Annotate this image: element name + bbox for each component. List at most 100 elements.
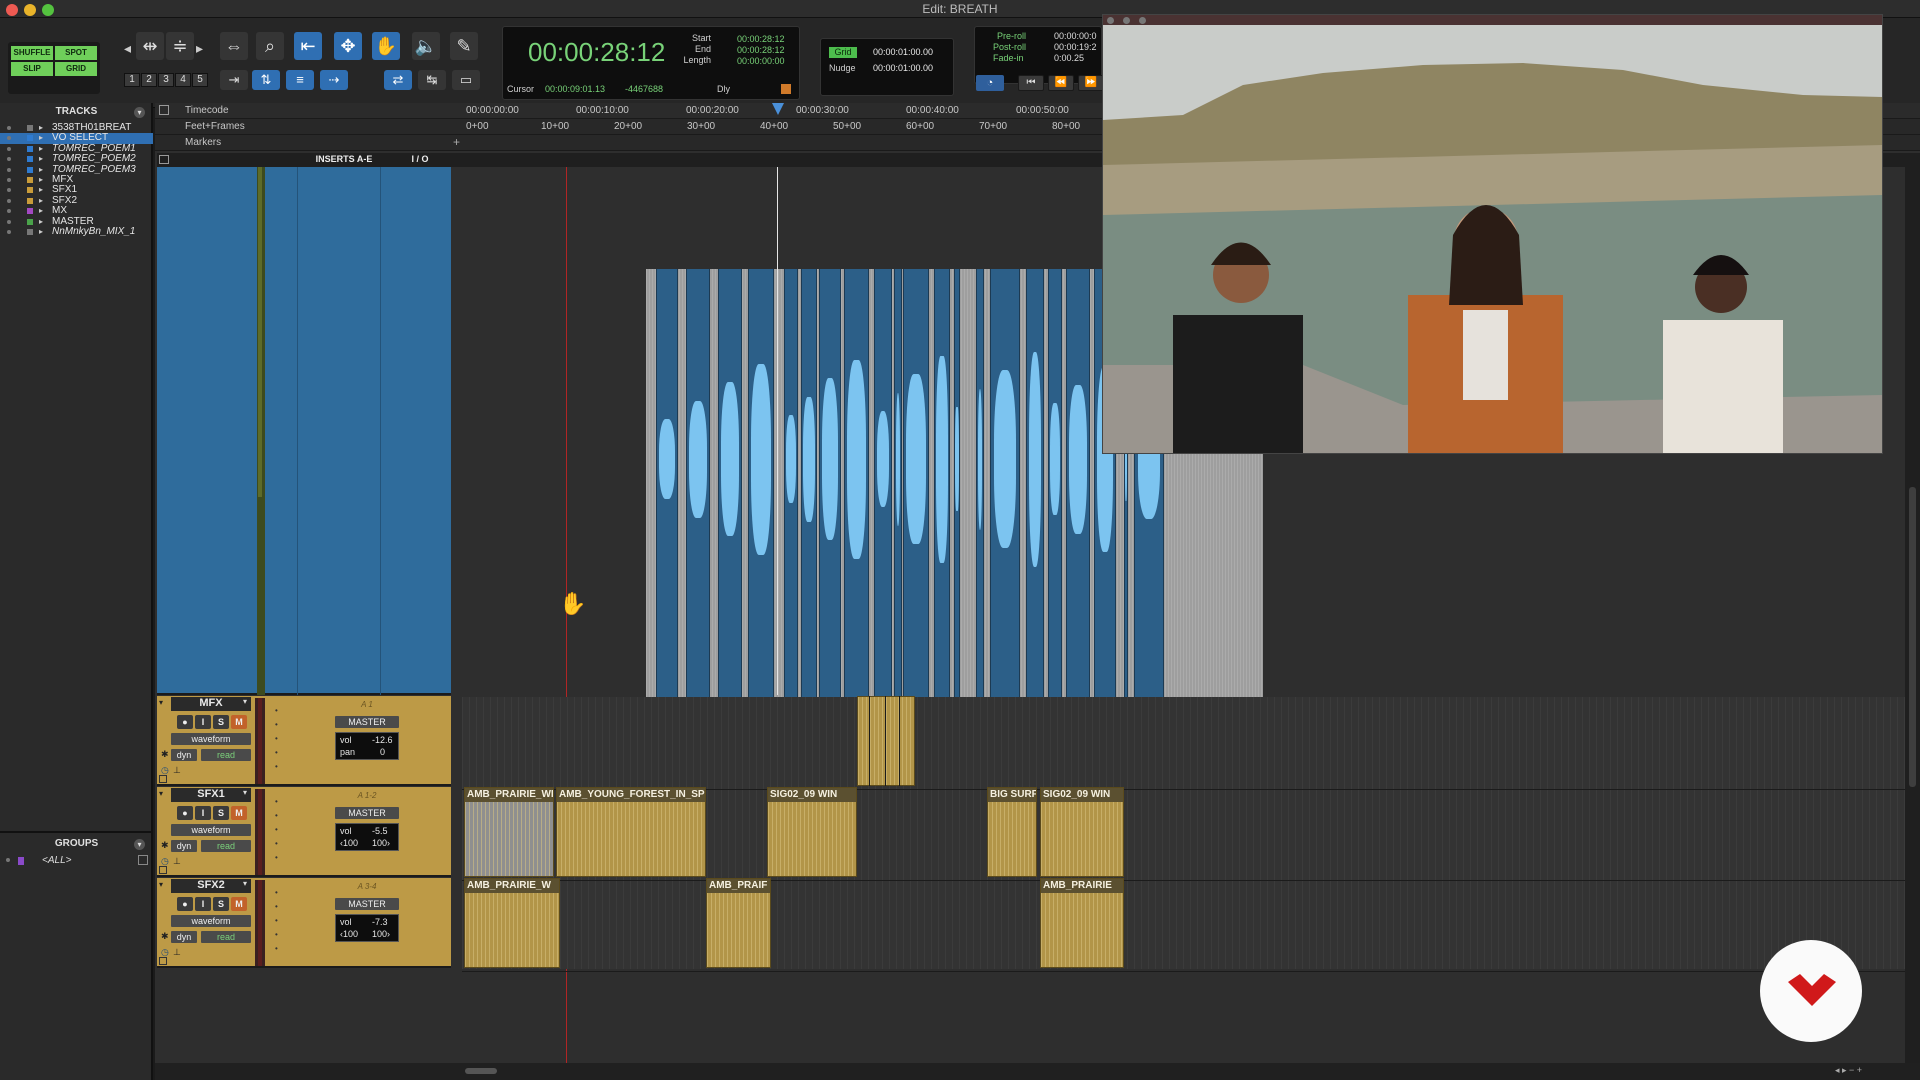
track-resize-icon[interactable] — [159, 866, 167, 874]
mute-button[interactable]: M — [231, 806, 247, 820]
track-view-selector[interactable]: waveform — [171, 915, 251, 927]
video-window-titlebar[interactable] — [1103, 15, 1882, 25]
grid-value[interactable]: 00:00:01:00.00 — [873, 47, 933, 57]
expand-arrow-icon[interactable]: ▸ — [39, 154, 43, 164]
track-show-dot[interactable] — [7, 167, 11, 172]
group-item-all[interactable]: <ALL> — [0, 855, 153, 867]
track-show-dot[interactable] — [7, 229, 11, 234]
selector-tool-icon[interactable]: ✥ — [334, 32, 362, 60]
expand-arrow-icon[interactable]: ▸ — [39, 165, 43, 175]
track-name-menu-icon[interactable]: ▾ — [243, 697, 247, 706]
delay-compensation-label[interactable]: Dly — [717, 84, 730, 94]
track-show-dot[interactable] — [7, 177, 11, 182]
online-sync-icon[interactable]: ◔ — [976, 75, 1004, 91]
zoom-preset-4[interactable]: 4 — [175, 73, 191, 87]
grid-mode-button[interactable]: GRID — [55, 62, 97, 76]
nudge-value[interactable]: 00:00:01:00.00 — [873, 63, 933, 73]
zoom-controls-icon[interactable]: ◂ ▸ − + — [1835, 1065, 1862, 1076]
sfx1-clip[interactable]: AMB_YOUNG_FOREST_IN_SPR — [556, 787, 706, 877]
shuffle-mode-button[interactable]: SHUFFLE — [11, 46, 53, 60]
sfx1-clip[interactable]: AMB_PRAIRIE_WI — [464, 787, 554, 877]
group-active-dot[interactable] — [6, 858, 10, 862]
solo-button[interactable]: S — [213, 715, 229, 729]
solo-button[interactable]: S — [213, 897, 229, 911]
insert-slots-icon[interactable]: • • • • • — [275, 795, 278, 865]
video-minimize-button[interactable] — [1123, 17, 1130, 24]
expand-arrow-icon[interactable]: ▸ — [39, 175, 43, 185]
video-window[interactable] — [1102, 14, 1883, 454]
pan-right-value[interactable]: 100› — [372, 838, 390, 848]
postroll-label[interactable]: Post-roll — [993, 42, 1026, 52]
volume-value[interactable]: -5.5 — [372, 826, 388, 836]
pencil-tool-icon[interactable]: ✎ — [450, 32, 478, 60]
tab-to-transient-icon[interactable]: ▭ — [452, 70, 480, 90]
input-monitor-button[interactable]: I — [195, 715, 211, 729]
pan-left-value[interactable]: ‹100 — [340, 929, 358, 939]
track-show-dot[interactable] — [7, 209, 11, 214]
sfx1-clip[interactable]: BIG SURF — [987, 787, 1037, 877]
magnify-icon[interactable]: ⌕ — [256, 32, 284, 60]
track-list-item[interactable]: ▸ NnMnkyBn_MIX_1 — [0, 226, 153, 237]
pan-value[interactable]: 0 — [380, 747, 385, 757]
track-list-item[interactable]: ▸ SFX2 — [0, 195, 153, 206]
expand-arrow-icon[interactable]: ▸ — [39, 206, 43, 216]
panel-divider[interactable] — [0, 831, 153, 833]
trim-tool-icon[interactable]: ⇤ — [294, 32, 322, 60]
preroll-value[interactable]: 00:00:00:0 — [1054, 31, 1097, 41]
main-counter[interactable]: 00:00:28:12 — [528, 37, 665, 68]
sfx2-clip[interactable]: AMB_PRAIF — [706, 878, 771, 968]
expand-arrow-icon[interactable]: ▸ — [39, 185, 43, 195]
audio-zoom-icon[interactable]: ⇹ — [136, 32, 164, 60]
elastic-audio-icon[interactable]: ⊥ — [173, 765, 181, 776]
track-options-icon[interactable] — [159, 155, 169, 164]
volume-value[interactable]: -7.3 — [372, 917, 388, 927]
slip-mode-button[interactable]: SLIP — [11, 62, 53, 76]
track-show-dot[interactable] — [7, 198, 11, 203]
input-selector[interactable]: A 1-2 — [335, 791, 399, 803]
track-name[interactable]: SFX1 — [171, 788, 251, 802]
return-to-zero-icon[interactable]: ⏮ — [1018, 75, 1044, 91]
sfx2-clip[interactable]: AMB_PRAIRIE_W — [464, 878, 560, 968]
track-show-dot[interactable] — [7, 157, 11, 162]
tracks-menu-icon[interactable]: ▾ — [134, 107, 145, 118]
output-selector[interactable]: MASTER — [335, 716, 399, 728]
end-value[interactable]: 00:00:28:12 — [737, 45, 785, 55]
track-show-dot[interactable] — [7, 219, 11, 224]
track-header-sfx2[interactable]: ▾ SFX2 ▾ ● I S Mwaveform ✱ dyn read ◷ ⊥ • • • • • A 3-4 MA… — [157, 878, 451, 968]
playlist-selector[interactable]: dyn — [171, 749, 197, 761]
ruler-view-icon[interactable] — [159, 105, 169, 115]
add-marker-icon[interactable]: + — [453, 135, 460, 149]
record-enable-button[interactable]: ● — [177, 715, 193, 729]
group-edit-icon[interactable] — [138, 855, 148, 865]
track-name[interactable]: MFX — [171, 697, 251, 711]
vertical-scroll-thumb[interactable] — [1909, 487, 1916, 787]
track-view-selector[interactable]: waveform — [171, 824, 251, 836]
vo-select-track-header[interactable] — [157, 167, 451, 695]
mute-button[interactable]: M — [231, 715, 247, 729]
mfx-clip[interactable] — [857, 696, 915, 786]
input-selector[interactable]: A 1 — [335, 700, 399, 712]
automation-mode-selector[interactable]: read — [201, 840, 251, 852]
fadein-label[interactable]: Fade-in — [993, 53, 1024, 63]
midi-zoom-icon[interactable]: ≑ — [166, 32, 194, 60]
edit-tool-c-icon[interactable]: ≡ — [286, 70, 314, 90]
sfx2-clip[interactable]: AMB_PRAIRIE — [1040, 878, 1124, 968]
zoom-preset-3[interactable]: 3 — [158, 73, 174, 87]
track-show-dot[interactable] — [7, 146, 11, 151]
pan-left-value[interactable]: ‹100 — [340, 838, 358, 848]
video-close-button[interactable] — [1107, 17, 1114, 24]
horizontal-scrollbar[interactable]: ◂ ▸ − + — [155, 1063, 1920, 1080]
track-header-sfx1[interactable]: ▾ SFX1 ▾ ● I S Mwaveform ✱ dyn read ◷ ⊥ • • • • • A 1-2 MA… — [157, 787, 451, 877]
snowflake-icon[interactable]: ✱ — [161, 840, 169, 851]
track-list-item[interactable]: ▸ TOMREC_POEM3 — [0, 164, 153, 175]
track-menu-icon[interactable]: ▾ — [159, 698, 163, 707]
fast-forward-icon[interactable]: ⏩ — [1078, 75, 1104, 91]
expand-arrow-icon[interactable]: ▸ — [39, 217, 43, 227]
groups-menu-icon[interactable]: ▾ — [134, 839, 145, 850]
length-value[interactable]: 00:00:00:00 — [737, 56, 785, 66]
output-selector[interactable]: MASTER — [335, 807, 399, 819]
scroll-thumb[interactable] — [465, 1068, 497, 1074]
track-resize-icon[interactable] — [159, 775, 167, 783]
record-enable-button[interactable]: ● — [177, 897, 193, 911]
playlist-selector[interactable]: dyn — [171, 840, 197, 852]
